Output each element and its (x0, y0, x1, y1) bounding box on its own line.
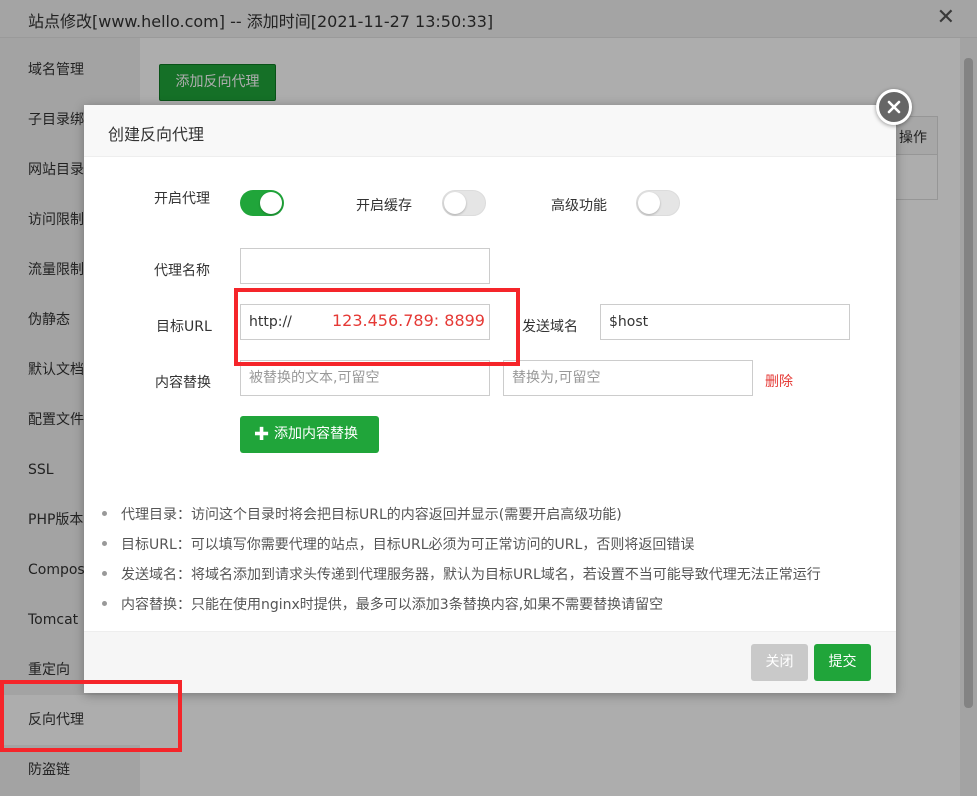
target-url-highlight-box (234, 288, 520, 366)
target-url-label: 目标URL (156, 319, 212, 335)
content-replace-label: 内容替换 (155, 375, 211, 391)
create-reverse-proxy-dialog: 创建反向代理 开启代理 开启缓存 高级功能 代理名称 目标URL http://… (84, 89, 912, 693)
bullet-icon (102, 540, 107, 546)
add-content-replace-button[interactable]: ✚ 添加内容替换 (240, 416, 379, 453)
add-content-replace-label: 添加内容替换 (274, 426, 358, 442)
bullet-icon (102, 570, 107, 576)
note-content-replace: 内容替换：只能在使用nginx时提供，最多可以添加3条替换内容,如果不需要替换请… (102, 594, 663, 614)
send-domain-label: 发送域名 (522, 319, 578, 335)
toggle-knob (260, 192, 282, 214)
delete-replace-link[interactable]: 删除 (765, 371, 793, 391)
submit-button[interactable]: 提交 (814, 644, 871, 681)
enable-cache-toggle[interactable] (442, 190, 486, 216)
enable-cache-label: 开启缓存 (356, 198, 412, 214)
proxy-name-label: 代理名称 (154, 263, 210, 279)
advanced-toggle[interactable] (636, 190, 680, 216)
dialog-title: 创建反向代理 (108, 125, 205, 144)
note-text: 内容替换：只能在使用nginx时提供，最多可以添加3条替换内容,如果不需要替换请… (121, 597, 664, 613)
send-domain-input[interactable]: $host (600, 304, 850, 340)
note-text: 发送域名：将域名添加到请求头传递到代理服务器，默认为目标URL域名，若设置不当可… (121, 567, 821, 583)
note-target-url: 目标URL：可以填写你需要代理的站点，目标URL必须为可正常访问的URL，否则将… (102, 534, 694, 554)
enable-proxy-label: 开启代理 (154, 191, 210, 207)
dialog-header: 创建反向代理 (84, 105, 896, 157)
toggle-knob (638, 192, 660, 214)
dialog-footer: 关闭 提交 (84, 631, 896, 693)
reverse-proxy-highlight-box (0, 680, 182, 752)
advanced-label: 高级功能 (551, 198, 607, 214)
plus-icon: ✚ (254, 424, 270, 445)
proxy-name-input[interactable] (240, 248, 490, 284)
note-text: 目标URL：可以填写你需要代理的站点，目标URL必须为可正常访问的URL，否则将… (121, 537, 695, 553)
bullet-icon (102, 600, 107, 606)
close-button[interactable]: 关闭 (751, 644, 808, 681)
note-proxy-dir: 代理目录：访问这个目录时将会把目标URL的内容返回并显示(需要开启高级功能) (102, 504, 622, 524)
note-send-domain: 发送域名：将域名添加到请求头传递到代理服务器，默认为目标URL域名，若设置不当可… (102, 564, 821, 584)
replace-to-input[interactable]: 替换为,可留空 (503, 360, 753, 396)
enable-proxy-toggle[interactable] (240, 190, 284, 216)
toggle-knob (444, 192, 466, 214)
note-text: 代理目录：访问这个目录时将会把目标URL的内容返回并显示(需要开启高级功能) (121, 507, 622, 523)
bullet-icon (102, 510, 107, 516)
dialog-close-icon[interactable] (876, 89, 912, 125)
